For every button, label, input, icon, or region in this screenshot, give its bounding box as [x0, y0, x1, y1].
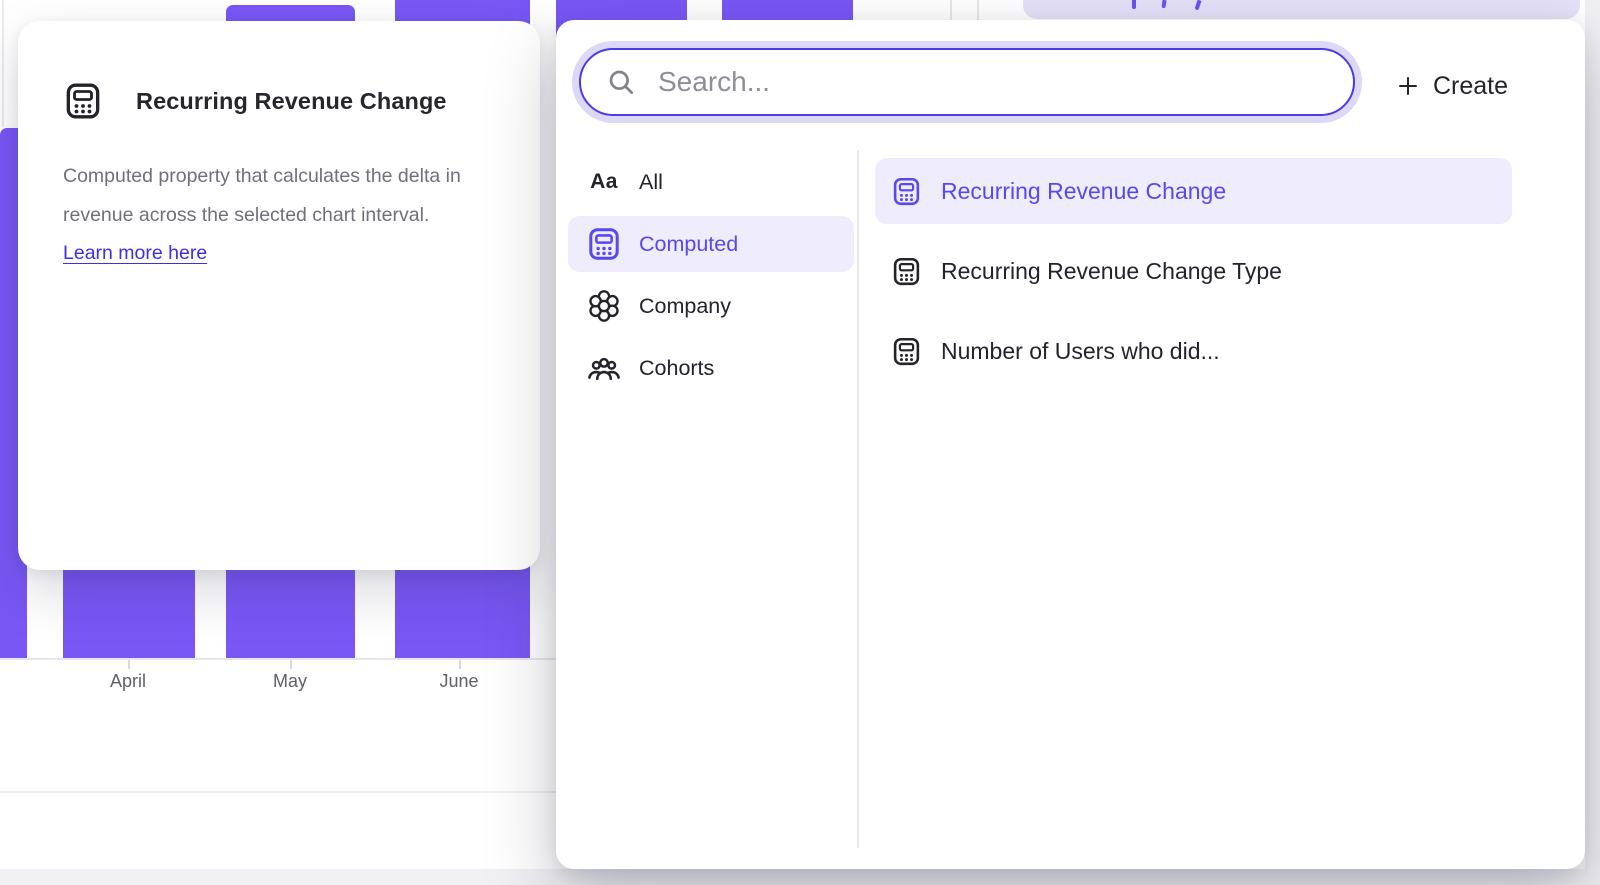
filter-item-company[interactable]: Company — [568, 278, 854, 334]
clipped-text-descender — [1161, 0, 1166, 8]
filter-list: Aa All Computed Company Cohorts — [568, 154, 854, 402]
create-button-label: Create — [1433, 72, 1508, 101]
result-label: Number of Users who did... — [941, 338, 1220, 365]
calculator-icon — [891, 336, 922, 367]
result-label: Recurring Revenue Change Type — [941, 258, 1282, 285]
calculator-icon — [891, 176, 922, 207]
filter-item-computed[interactable]: Computed — [568, 216, 854, 272]
result-item[interactable]: Recurring Revenue Change Type — [875, 238, 1512, 304]
property-tooltip-card: Recurring Revenue Change Computed proper… — [18, 21, 540, 570]
clipped-text-descender — [1195, 0, 1201, 10]
result-item[interactable]: Number of Users who did... — [875, 318, 1512, 384]
column-divider — [857, 150, 859, 848]
create-button[interactable]: Create — [1396, 64, 1508, 108]
plus-icon — [1396, 74, 1420, 98]
x-axis-label-april: April — [110, 671, 146, 692]
cohorts-icon — [586, 350, 622, 386]
clipped-text-descender — [1132, 0, 1136, 9]
filter-item-cohorts[interactable]: Cohorts — [568, 340, 854, 396]
text-format-icon: Aa — [586, 170, 622, 194]
property-picker-modal: Create Aa All Computed Company Cohorts R… — [556, 20, 1585, 869]
tooltip-title: Recurring Revenue Change — [136, 88, 447, 115]
filter-item-all[interactable]: Aa All — [568, 154, 854, 210]
company-icon — [586, 288, 622, 324]
panel-edge-top-a — [950, 0, 952, 20]
x-axis-label-may: May — [273, 671, 307, 692]
filter-label: Computed — [639, 232, 738, 257]
tooltip-description-text: Computed property that calculates the de… — [63, 165, 461, 226]
search-input[interactable] — [658, 66, 1278, 98]
result-list: Recurring Revenue Change Recurring Reven… — [875, 158, 1512, 398]
panel-divider-horizontal — [0, 791, 556, 793]
calculator-icon — [63, 81, 103, 121]
search-icon — [606, 67, 637, 98]
calculator-icon — [586, 226, 622, 262]
filter-label: All — [639, 170, 663, 195]
tooltip-description: Computed property that calculates the de… — [63, 157, 463, 273]
x-axis-tick — [128, 660, 130, 669]
filter-label: Cohorts — [639, 356, 714, 381]
x-axis-label-june: June — [439, 671, 478, 692]
calculator-icon — [891, 256, 922, 287]
panel-edge-left — [2, 0, 4, 127]
clipped-property-pill — [1023, 0, 1580, 19]
panel-edge-top-b — [977, 0, 979, 20]
learn-more-link[interactable]: Learn more here — [63, 242, 207, 264]
result-item[interactable]: Recurring Revenue Change — [875, 158, 1512, 224]
x-axis-tick — [459, 660, 461, 669]
search-box[interactable] — [579, 48, 1355, 116]
result-label: Recurring Revenue Change — [941, 178, 1226, 205]
filter-label: Company — [639, 294, 731, 319]
x-axis-tick — [290, 660, 292, 669]
x-axis-line — [0, 658, 556, 660]
tooltip-header: Recurring Revenue Change — [63, 81, 447, 121]
